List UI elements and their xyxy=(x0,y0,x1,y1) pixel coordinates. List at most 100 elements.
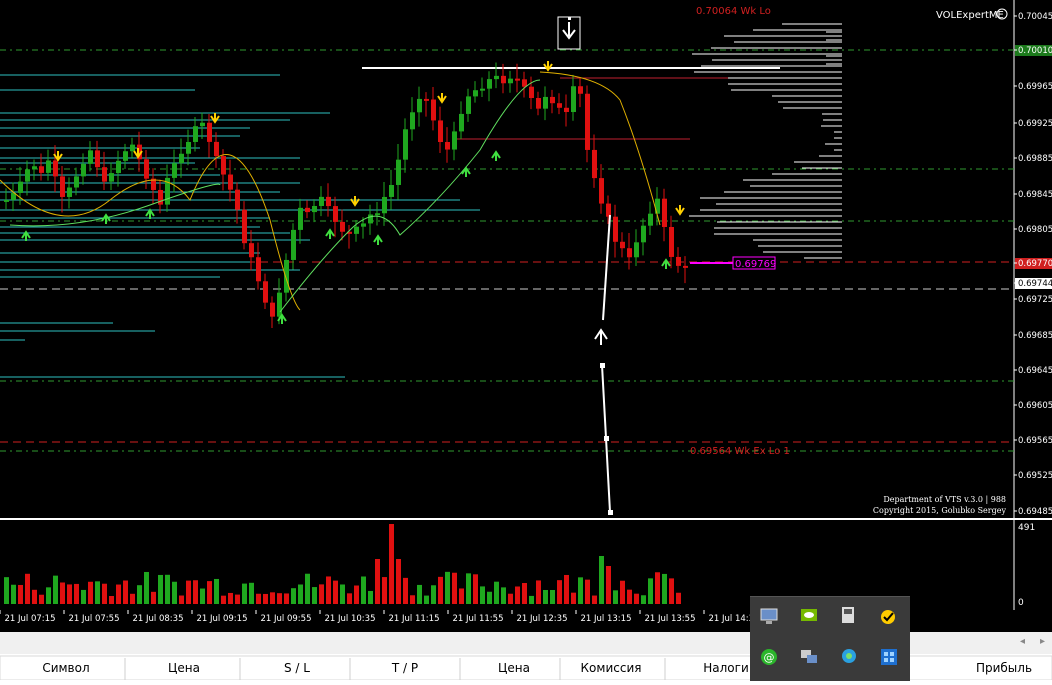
price-chart-panel[interactable] xyxy=(0,0,1014,518)
volume-bar xyxy=(543,589,548,604)
norton-icon[interactable] xyxy=(881,610,895,624)
volume-bar xyxy=(4,577,9,604)
volume-bar xyxy=(368,590,373,604)
refresh-sync-icon[interactable] xyxy=(842,649,856,663)
svg-text:0.69925: 0.69925 xyxy=(1018,119,1052,129)
svg-text:0.69605: 0.69605 xyxy=(1018,401,1052,411)
volume-bar xyxy=(382,577,387,604)
time-tick-label: 21 Jul 11:15 xyxy=(389,614,440,624)
projection-point xyxy=(604,436,609,441)
svg-text:0.69525: 0.69525 xyxy=(1018,471,1052,481)
windows-update-icon[interactable] xyxy=(881,649,897,665)
volume-bar xyxy=(508,593,513,604)
time-tick-label: 21 Jul 09:55 xyxy=(261,614,312,624)
volume-bar xyxy=(571,592,576,604)
expert-name-label: VOLExpertME xyxy=(936,10,1004,21)
volume-bar xyxy=(25,573,30,604)
svg-text:0.69805: 0.69805 xyxy=(1018,225,1052,235)
svg-text:0.69485: 0.69485 xyxy=(1018,507,1052,517)
volume-bar xyxy=(60,582,65,604)
volume-bar xyxy=(207,581,212,604)
volume-bar xyxy=(501,587,506,604)
scroll-left-icon[interactable]: ◂ xyxy=(1020,636,1025,647)
time-tick-label: 21 Jul 08:35 xyxy=(133,614,184,624)
volume-bar xyxy=(557,580,562,604)
nvidia-icon[interactable] xyxy=(801,609,817,621)
volume-bar xyxy=(375,559,380,604)
volume-bar xyxy=(284,593,289,604)
svg-text:0.70010: 0.70010 xyxy=(1018,46,1052,56)
price-tick-label: 0.69965 xyxy=(1014,82,1052,92)
volume-bar xyxy=(116,584,121,604)
volume-bar xyxy=(473,574,478,604)
volume-bar xyxy=(452,572,457,604)
price-tick-label: 0.69744 xyxy=(1014,278,1052,289)
volume-max-label: 491 xyxy=(1018,523,1035,533)
volume-bar xyxy=(137,585,142,604)
volume-bar xyxy=(165,574,170,604)
price-tick-label: 0.69645 xyxy=(1014,366,1052,376)
time-tick-label: 21 Jul 13:55 xyxy=(645,614,696,624)
volume-bar xyxy=(193,580,198,604)
volume-bar xyxy=(459,588,464,604)
volume-bar xyxy=(214,578,219,604)
volume-bar xyxy=(81,589,86,604)
volume-bar xyxy=(319,584,324,604)
usb-drive-icon[interactable] xyxy=(842,607,854,623)
price-tick-label: 0.70010 xyxy=(1014,45,1052,56)
network-icon[interactable] xyxy=(801,650,817,663)
volume-bar xyxy=(277,593,282,604)
volume-bar xyxy=(655,572,660,604)
volume-bar xyxy=(88,581,93,604)
volume-bar xyxy=(536,580,541,604)
volume-bar xyxy=(18,584,23,604)
volume-bar xyxy=(529,595,534,604)
monitor-icon[interactable] xyxy=(760,608,778,624)
volume-bar xyxy=(333,580,338,604)
price-tick-label: 0.69565 xyxy=(1014,436,1052,446)
volume-bar xyxy=(109,595,114,604)
volume-bar xyxy=(487,591,492,604)
wk-lo-label: 0.70064 Wk Lo xyxy=(696,6,771,17)
volume-bar xyxy=(74,583,79,604)
volume-bar xyxy=(662,573,667,604)
volume-bar xyxy=(305,573,310,604)
volume-bar xyxy=(634,593,639,604)
column-header: Символ xyxy=(42,661,89,675)
volume-bar xyxy=(515,586,520,604)
svg-text:0.69725: 0.69725 xyxy=(1018,295,1052,305)
volume-bar xyxy=(466,573,471,604)
volume-bar xyxy=(270,592,275,604)
price-tick-label: 0.69725 xyxy=(1014,295,1052,305)
marker-dot xyxy=(568,17,571,20)
volume-bar xyxy=(438,576,443,604)
volume-bar xyxy=(256,593,261,604)
scroll-right-icon[interactable]: ▸ xyxy=(1040,636,1045,647)
volume-bar xyxy=(396,559,401,604)
svg-text:0.69965: 0.69965 xyxy=(1018,82,1052,92)
price-line-label: 0.69769 xyxy=(735,259,776,270)
volume-bar xyxy=(151,591,156,604)
volume-bar xyxy=(564,574,569,604)
volume-bar xyxy=(326,576,331,604)
volume-bar xyxy=(578,577,583,604)
time-tick-label: 21 Jul 10:35 xyxy=(325,614,376,624)
column-header: T / P xyxy=(391,661,418,675)
copyright-line-1: Department of VTS v.3.0 | 988 xyxy=(883,495,1006,504)
svg-text:0.70045: 0.70045 xyxy=(1018,12,1052,22)
column-header: Цена xyxy=(498,661,530,675)
svg-text:0.69885: 0.69885 xyxy=(1018,154,1052,164)
volume-bar xyxy=(32,589,37,604)
svg-text:0.69744: 0.69744 xyxy=(1018,279,1052,289)
volume-bar xyxy=(172,581,177,604)
volume-bar xyxy=(221,595,226,604)
price-tick-label: 0.70045 xyxy=(1014,12,1052,22)
mail-agent-icon[interactable]: @ xyxy=(761,649,777,665)
volume-bar xyxy=(130,593,135,604)
volume-bar xyxy=(494,581,499,604)
projection-point xyxy=(608,510,613,515)
volume-bar xyxy=(676,592,681,604)
volume-bar xyxy=(354,585,359,604)
svg-text:@: @ xyxy=(764,651,775,664)
price-tick-label: 0.69485 xyxy=(1014,507,1052,517)
